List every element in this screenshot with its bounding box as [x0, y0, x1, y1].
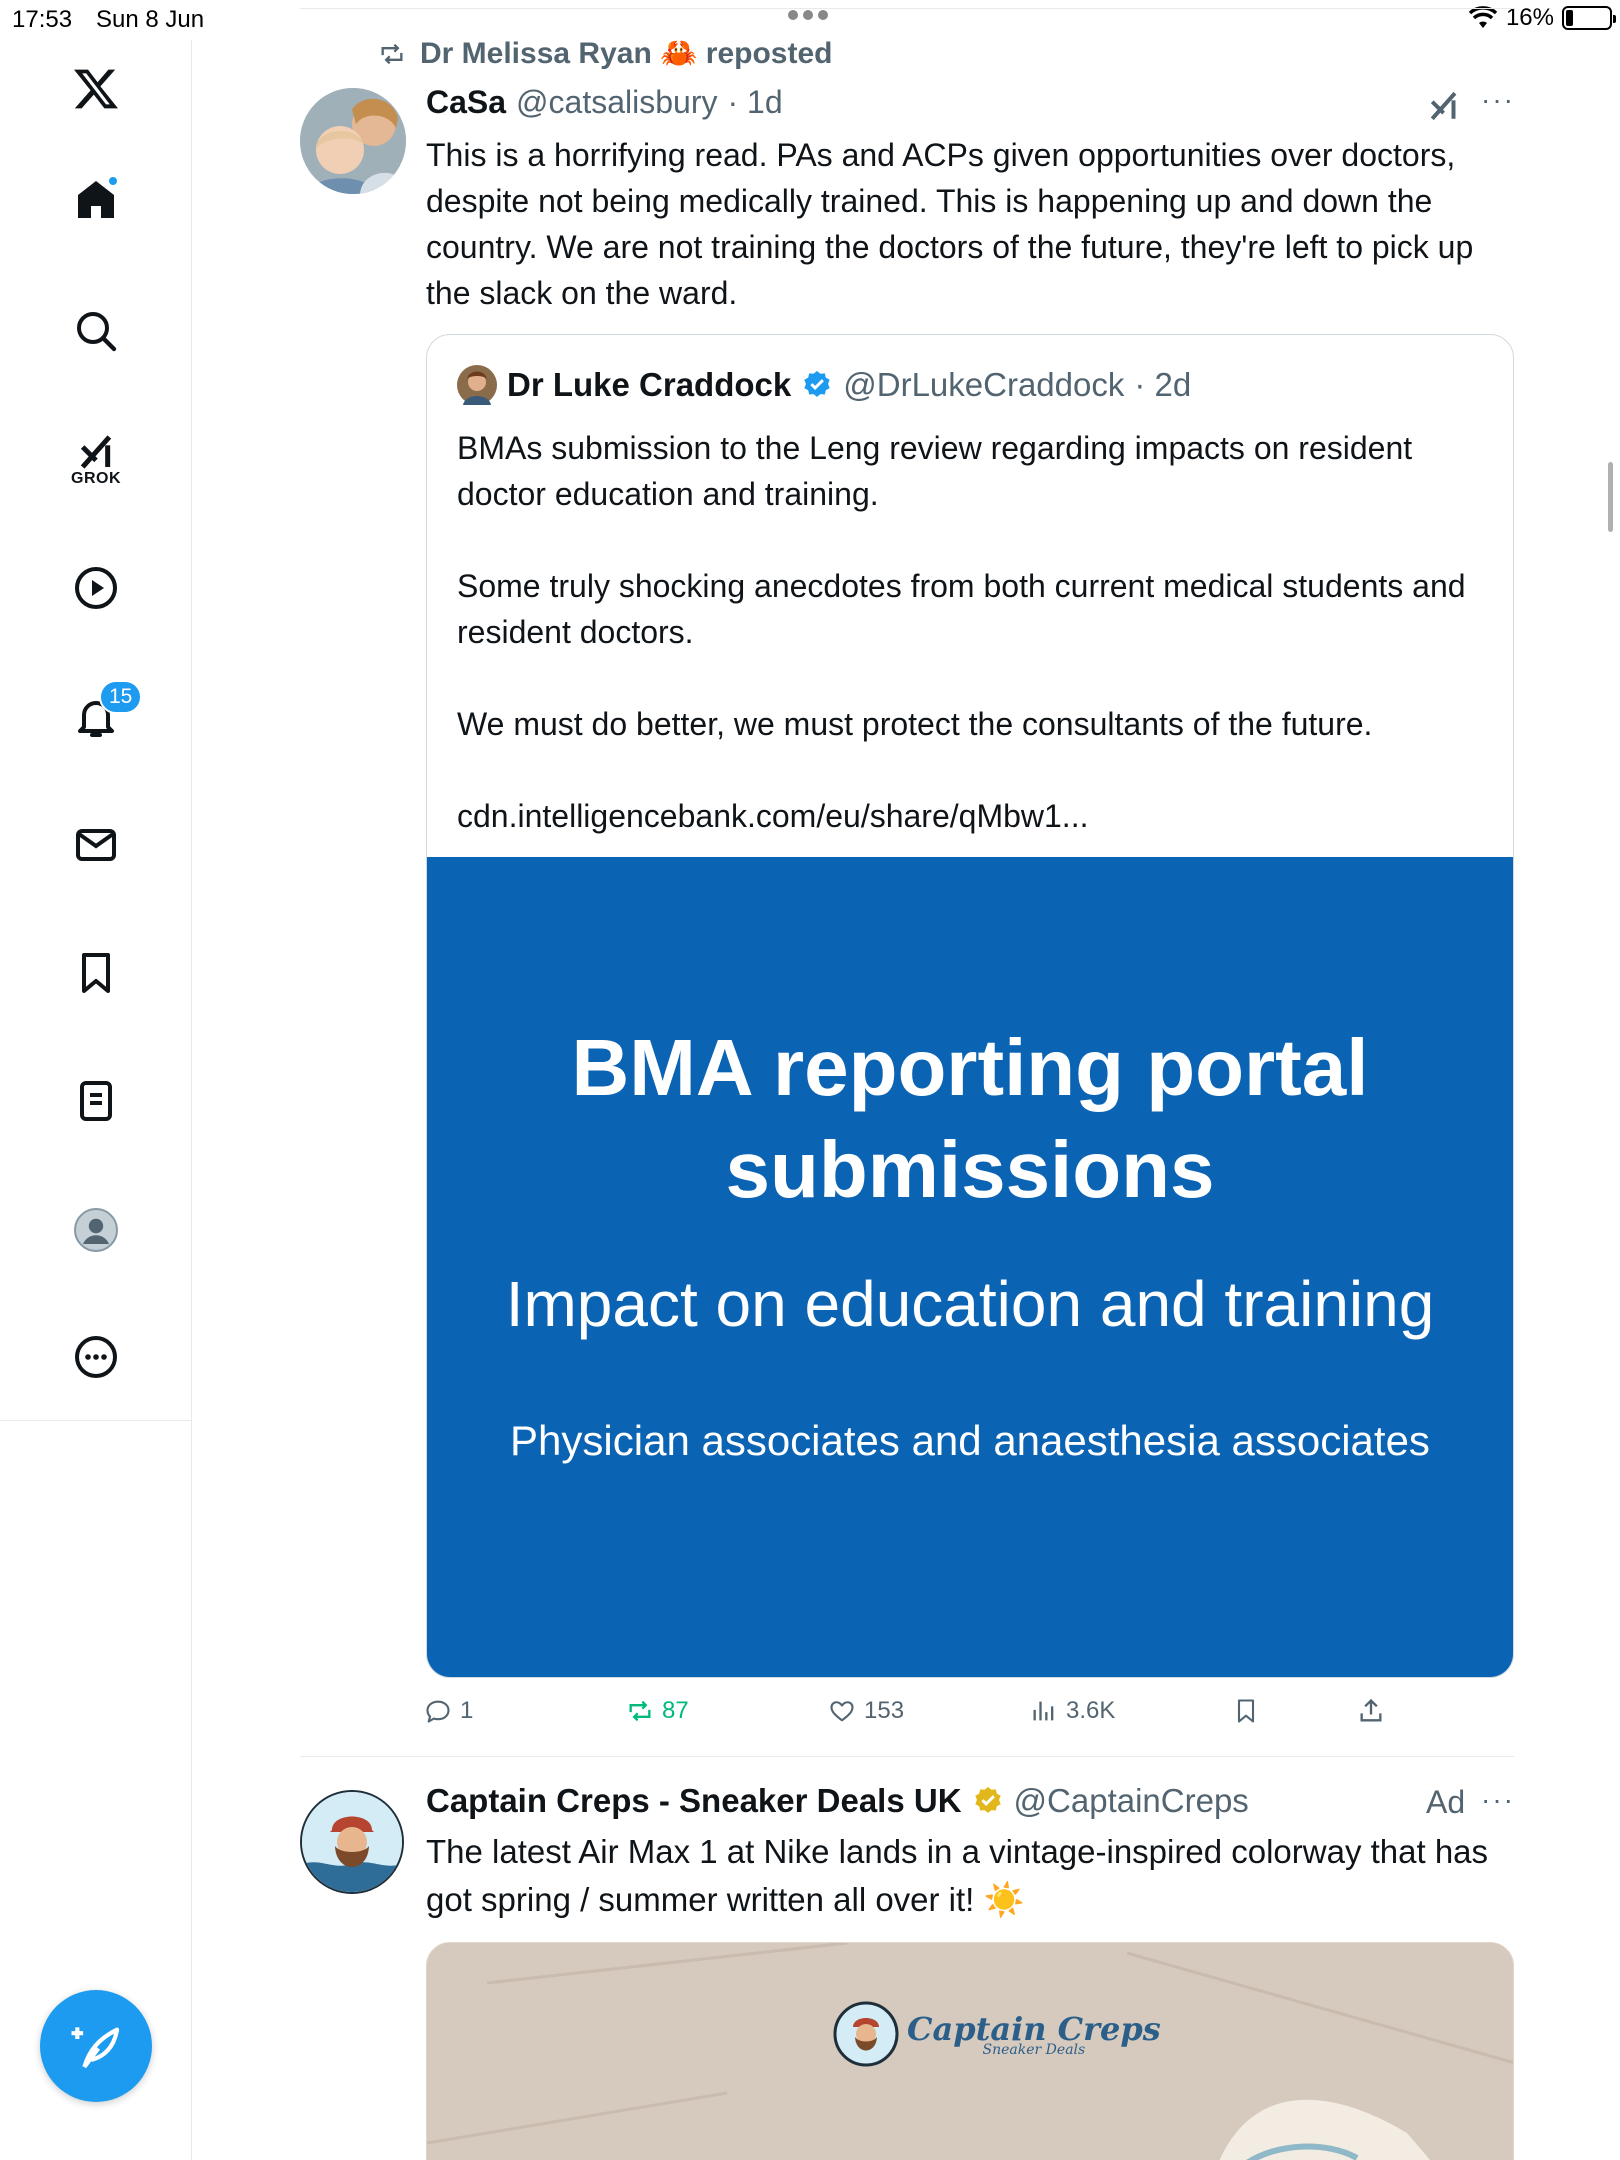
banner-title-line1: BMA reporting portal [571, 1023, 1369, 1112]
reply-button[interactable]: 1 [424, 1697, 473, 1725]
scrollbar[interactable] [1608, 462, 1613, 532]
bookmark-button[interactable] [1232, 1697, 1260, 1725]
tweet-time[interactable]: · 1d [727, 84, 782, 121]
ad-author-handle[interactable]: @CaptainCreps [1014, 1782, 1249, 1820]
author-avatar[interactable] [300, 88, 406, 194]
quoted-tweet[interactable]: Dr Luke Craddock @DrLukeCraddock · 2d BM… [426, 334, 1514, 1678]
notifications-badge: 15 [99, 680, 143, 714]
quote-header: Dr Luke Craddock @DrLukeCraddock · 2d [457, 365, 1191, 405]
ad-media-image[interactable]: Captain Creps Sneaker Deals [426, 1942, 1514, 2160]
tweet-text: This is a horrifying read. PAs and ACPs … [426, 137, 1474, 311]
tweet-divider [300, 1756, 1514, 1757]
views-chart-icon [1033, 1701, 1054, 1721]
quote-author-avatar [457, 365, 497, 405]
author-name[interactable]: CaSa [426, 84, 506, 121]
banner-subtitle: Impact on education and training [505, 1268, 1435, 1340]
quote-media-banner[interactable]: BMA reporting portal submissions Impact … [427, 857, 1513, 1677]
sidebar-item-lists[interactable] [61, 1066, 131, 1136]
status-date: Sun 8 Jun [96, 6, 205, 33]
quote-author-handle[interactable]: @DrLukeCraddock [843, 366, 1124, 404]
compose-feather-icon [71, 2027, 120, 2069]
repost-icon [629, 1700, 651, 1722]
repost-button[interactable]: 87 [626, 1697, 689, 1725]
sidebar-item-messages[interactable] [61, 810, 131, 880]
x-logo-icon[interactable] [61, 54, 131, 124]
like-count: 153 [864, 1697, 905, 1724]
wifi-icon [1468, 6, 1498, 28]
grok-explain-icon[interactable] [1428, 88, 1462, 124]
share-upload-icon [1360, 1698, 1382, 1722]
bookmark-icon [82, 953, 110, 993]
quote-time[interactable]: · 2d [1134, 366, 1191, 404]
sidebar-divider [0, 1420, 192, 1421]
list-document-icon [80, 1081, 112, 1121]
grok-label: GROK [71, 470, 121, 487]
compose-post-button[interactable] [40, 1990, 152, 2102]
quote-paragraph: We must do better, we must protect the c… [457, 706, 1373, 742]
reply-icon [426, 1700, 450, 1723]
envelope-icon [76, 829, 116, 861]
sidebar-item-home[interactable] [61, 165, 131, 235]
ad-text: The latest Air Max 1 at Nike lands in a … [426, 1833, 1489, 1918]
feed-top-divider [300, 8, 1514, 9]
grok-icon [80, 435, 112, 469]
verified-badge-icon [804, 371, 830, 397]
sidebar-item-video[interactable] [61, 553, 131, 623]
search-icon [77, 312, 117, 352]
sidebar-item-bookmarks[interactable] [61, 938, 131, 1008]
sidebar-item-search[interactable] [61, 296, 131, 366]
repost-label[interactable]: Dr Melissa Ryan 🦀 reposted [420, 36, 833, 71]
unread-dot [107, 175, 119, 187]
ad-header: Captain Creps - Sneaker Deals UK @Captai… [426, 1782, 1249, 1820]
banner-title: BMA reporting portal submissions [427, 1017, 1513, 1221]
ad-author-name[interactable]: Captain Creps - Sneaker Deals UK [426, 1782, 962, 1820]
status-time: 17:53 [12, 6, 73, 33]
bookmark-icon [1237, 1699, 1255, 1723]
status-bar: 17:53 Sun 8 Jun 16% [0, 0, 1620, 40]
tweet-header: CaSa @catsalisbury · 1d [426, 84, 783, 121]
repost-icon [381, 43, 403, 64]
share-button[interactable] [1357, 1697, 1385, 1725]
captain-creps-logo: Captain Creps Sneaker Deals [833, 2001, 1161, 2067]
view-count: 3.6K [1066, 1697, 1116, 1724]
banner-subtitle-secondary: Physician associates and anaesthesia ass… [510, 1417, 1430, 1464]
quote-paragraph: BMAs submission to the Leng review regar… [457, 430, 1413, 512]
heart-icon [830, 1701, 854, 1722]
tweet-actions: 1 87 153 3.6K [424, 1697, 1444, 1737]
ad-more-menu[interactable]: ··· [1481, 1784, 1515, 1816]
quote-author-name[interactable]: Dr Luke Craddock [507, 366, 791, 404]
quote-text: BMAs submission to the Leng review regar… [457, 425, 1487, 839]
tweet-more-menu[interactable]: ··· [1481, 84, 1515, 116]
sidebar-item-more[interactable] [61, 1322, 131, 1392]
sidebar-item-notifications[interactable]: 15 [61, 680, 143, 752]
quote-link[interactable]: cdn.intelligencebank.com/eu/share/qMbw1.… [457, 793, 1487, 839]
views-button[interactable]: 3.6K [1030, 1697, 1115, 1725]
profile-avatar-icon [74, 1208, 118, 1252]
gold-verified-badge-icon [974, 1787, 1001, 1813]
reply-count: 1 [460, 1697, 474, 1724]
more-circle-icon [75, 1336, 117, 1378]
quote-paragraph: Some truly shocking anecdotes from both … [457, 568, 1466, 650]
play-circle-icon [75, 567, 117, 609]
repost-count: 87 [662, 1697, 689, 1724]
sidebar-item-grok[interactable]: GROK [61, 425, 131, 495]
sidebar: GROK 15 [0, 40, 192, 2160]
banner-title-line2: submissions [725, 1125, 1215, 1214]
sidebar-item-profile[interactable] [61, 1195, 131, 1265]
like-button[interactable]: 153 [828, 1697, 904, 1725]
multitasking-dots[interactable] [788, 10, 828, 20]
repost-indicator: Dr Melissa Ryan 🦀 reposted [376, 36, 833, 71]
author-handle[interactable]: @catsalisbury [516, 84, 717, 121]
ad-author-avatar[interactable] [300, 1790, 404, 1894]
ad-label: Ad [1426, 1784, 1466, 1820]
battery-icon [1562, 6, 1616, 30]
